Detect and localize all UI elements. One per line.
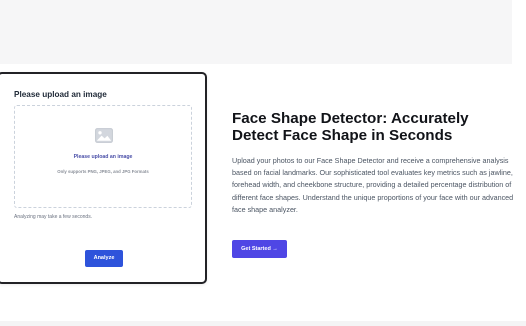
- upload-card-heading: Please upload an image: [14, 90, 107, 99]
- dropzone-title: Please upload an image: [73, 154, 133, 160]
- upload-card: Please upload an image Please upload an …: [0, 72, 207, 284]
- bottom-band: [0, 321, 526, 326]
- analyze-button[interactable]: Analyze: [85, 250, 123, 267]
- top-band: [0, 0, 512, 64]
- analyzing-note: Analyzing may take a few seconds.: [14, 214, 93, 220]
- image-dropzone[interactable]: Please upload an image Only supports PNG…: [14, 105, 192, 208]
- hero-title: Face Shape Detector: Accurately Detect F…: [232, 110, 469, 144]
- dropzone-formats-hint: Only supports PNG, JPEG, and JPG Formats: [57, 169, 149, 174]
- hero-description: Upload your photos to our Face Shape Det…: [232, 156, 514, 214]
- get-started-button[interactable]: Get Started →: [232, 240, 287, 258]
- image-icon: [95, 128, 113, 143]
